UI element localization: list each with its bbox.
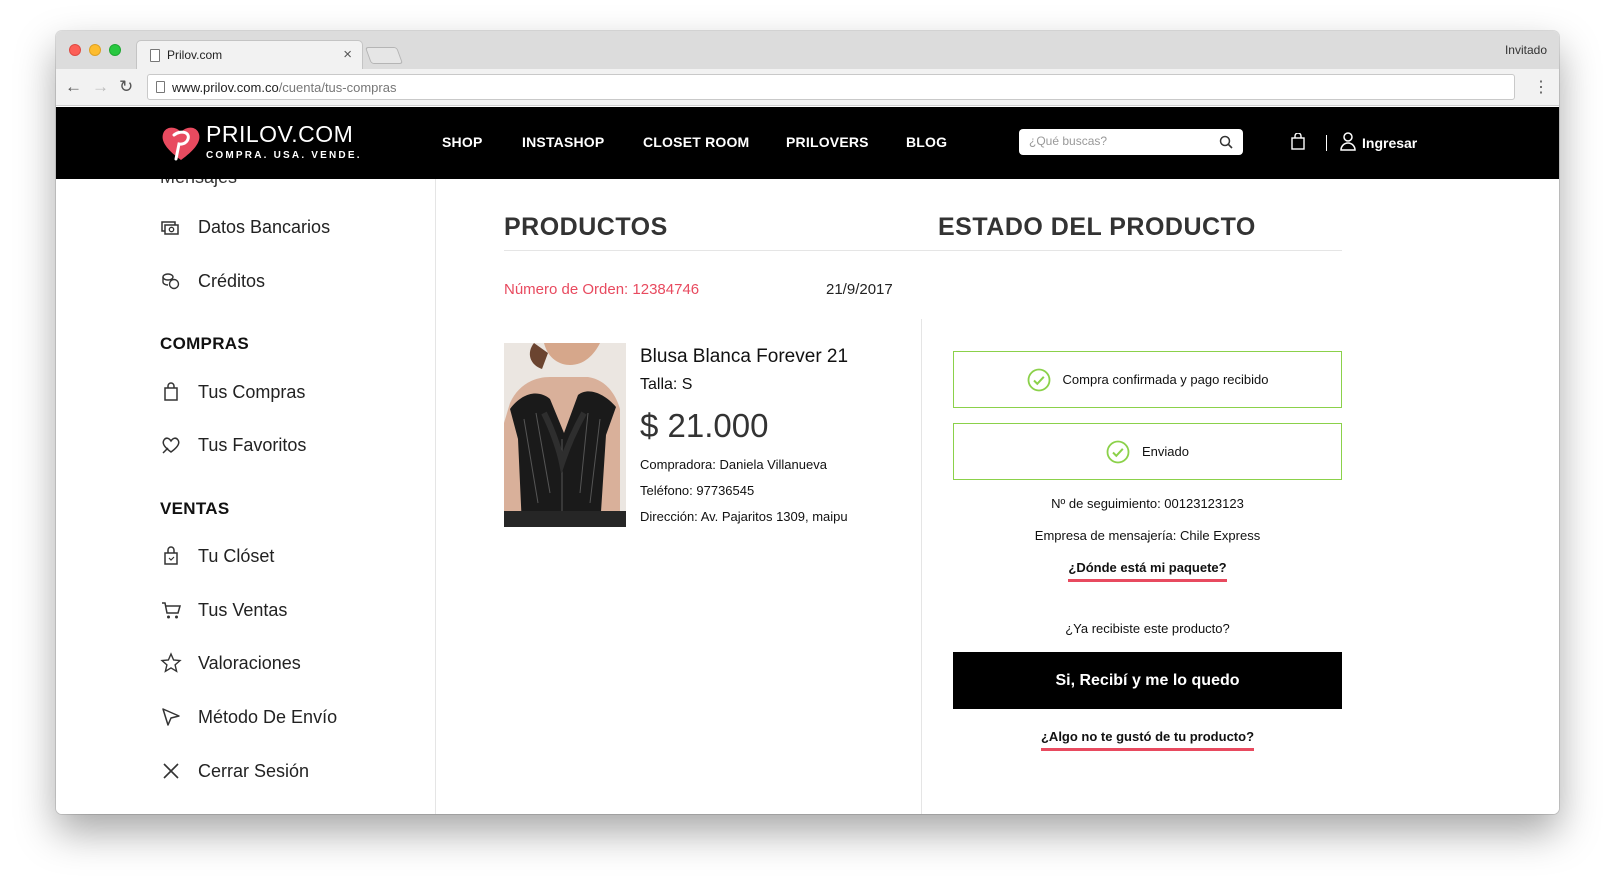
send-icon (162, 708, 180, 726)
new-tab-button[interactable] (364, 47, 404, 64)
bank-icon (161, 221, 179, 235)
sidebar-item-label: Créditos (198, 270, 266, 291)
url-host: www.prilov.com.co (172, 80, 279, 95)
check-circle-icon (1027, 368, 1050, 391)
buyer-address: Dirección: Av. Pajaritos 1309, maipu (640, 509, 848, 524)
tab-title: Prilov.com (167, 48, 223, 62)
received-question: ¿Ya recibiste este producto? (1065, 621, 1230, 636)
page-content: Mensajes Datos Bancarios Créditos COMPRA… (56, 179, 1559, 814)
forward-arrow-icon[interactable]: → (92, 77, 109, 97)
courier-company: Empresa de mensajería: Chile Express (1034, 528, 1261, 543)
product-issue-link[interactable]: ¿Algo no te gustó de tu producto? (1040, 729, 1255, 751)
tab-close-icon[interactable]: × (343, 46, 352, 63)
search-input[interactable] (1029, 134, 1209, 148)
column-divider (921, 319, 922, 814)
products-title: PRODUCTOS (504, 213, 668, 241)
status-shipped-text: Enviado (1142, 444, 1189, 459)
title-divider (504, 250, 1342, 251)
logo-heart-icon[interactable] (160, 123, 202, 163)
tracking-number: Nº de seguimiento: 00123123123 (1051, 496, 1244, 511)
close-icon (163, 763, 179, 779)
site-header: PRILOV.COM COMPRA. USA. VENDE. SHOP INST… (56, 107, 1559, 179)
cart-bag-icon[interactable] (1291, 133, 1305, 150)
browser-window: Prilov.com × Invitado ← → ↻ www.prilov.c… (56, 31, 1559, 814)
user-icon[interactable] (1340, 132, 1356, 151)
sidebar-item-tus-compras[interactable]: Tus Compras (160, 380, 305, 404)
sidebar-item-tu-closet[interactable]: Tu Clóset (160, 544, 274, 568)
star-icon (160, 652, 182, 673)
browser-tab[interactable]: Prilov.com × (136, 40, 363, 69)
section-heading-compras: COMPRAS (160, 334, 249, 353)
status-shipped-box: Enviado (953, 423, 1342, 480)
sidebar-item-cerrar-sesion[interactable]: Cerrar Sesión (160, 759, 309, 783)
sidebar-item-tus-favoritos[interactable]: Tus Favoritos (160, 433, 306, 457)
buyer-phone: Teléfono: 97736545 (640, 483, 755, 498)
guest-profile-label[interactable]: Invitado (1505, 43, 1547, 57)
nav-instashop[interactable]: INSTASHOP (522, 134, 604, 150)
sidebar-item-mensajes[interactable]: Mensajes (160, 179, 237, 188)
page-info-icon[interactable] (156, 81, 165, 93)
nav-closet-room[interactable]: CLOSET ROOM (643, 134, 749, 150)
status-confirmed-text: Compra confirmada y pago recibido (1062, 372, 1269, 387)
nav-prilovers[interactable]: PRILOVERS (786, 134, 869, 150)
url-path: /cuenta/tus-compras (278, 80, 397, 95)
blouse-photo (504, 343, 626, 527)
shopping-bag-icon (164, 382, 178, 401)
check-circle-icon (1106, 440, 1130, 463)
browser-toolbar: ← → ↻ www.prilov.com.co/cuenta/tus-compr… (56, 69, 1559, 106)
sidebar-item-label: Cerrar Sesión (198, 760, 310, 781)
sidebar-item-label: Tu Clóset (198, 545, 275, 566)
section-heading-ventas: VENTAS (160, 499, 230, 518)
page-icon (150, 49, 160, 62)
back-arrow-icon[interactable]: ← (65, 77, 82, 97)
sidebar-item-label: Método De Envío (198, 706, 338, 727)
order-number: Número de Orden: 12384746 (504, 281, 700, 298)
product-status-title: ESTADO DEL PRODUCTO (938, 213, 1256, 241)
status-confirmed-box: Compra confirmada y pago recibido (953, 351, 1342, 408)
url-text[interactable]: www.prilov.com.co/cuenta/tus-compras (172, 80, 396, 95)
logo-tagline: COMPRA. USA. VENDE. (206, 150, 362, 161)
maximize-window-button[interactable] (109, 44, 121, 56)
heart-icon (162, 437, 180, 454)
sidebar-item-metodo-de-envio[interactable]: Método De Envío (160, 705, 337, 729)
sidebar-item-valoraciones[interactable]: Valoraciones (160, 651, 301, 675)
sidebar-item-label: Tus Favoritos (198, 434, 307, 455)
logo-name[interactable]: PRILOV.COM (206, 121, 353, 148)
sidebar-item-label: Tus Ventas (198, 599, 288, 620)
coins-icon (162, 273, 180, 290)
confirm-received-button[interactable]: Si, Recibí y me lo quedo (953, 652, 1342, 709)
search-icon[interactable] (1219, 135, 1233, 149)
search-box (1019, 129, 1243, 155)
reload-icon[interactable]: ↻ (119, 77, 133, 97)
product-price: $ 21.000 (640, 407, 769, 444)
cart-icon (162, 602, 181, 619)
login-link[interactable]: Ingresar (1362, 135, 1417, 151)
tab-bar: Prilov.com × Invitado (56, 31, 1559, 69)
product-image[interactable] (504, 343, 626, 527)
sidebar-item-tus-ventas[interactable]: Tus Ventas (160, 598, 287, 622)
close-window-button[interactable] (69, 44, 81, 56)
product-size: Talla: S (640, 376, 693, 393)
sidebar-item-label: Valoraciones (198, 652, 301, 673)
product-name[interactable]: Blusa Blanca Forever 21 (640, 346, 848, 368)
browser-menu-icon[interactable]: ⋮ (1533, 77, 1549, 97)
order-date: 21/9/2017 (826, 281, 893, 298)
sidebar-item-label: Datos Bancarios (198, 216, 331, 237)
account-sidebar: Mensajes Datos Bancarios Créditos COMPRA… (56, 179, 436, 814)
sidebar-item-datos-bancarios[interactable]: Datos Bancarios (160, 215, 330, 239)
dislike-row: ¿Algo no te gustó de tu producto? (953, 729, 1342, 751)
nav-shop[interactable]: SHOP (442, 134, 482, 150)
where-is-my-package-link[interactable]: ¿Dónde está mi paquete? (1068, 560, 1227, 582)
buyer-name: Compradora: Daniela Villanueva (640, 457, 827, 472)
address-bar[interactable]: www.prilov.com.co/cuenta/tus-compras (147, 74, 1515, 100)
closet-bag-icon (164, 546, 178, 565)
sidebar-item-creditos[interactable]: Créditos (160, 269, 265, 293)
sidebar-item-label: Tus Compras (198, 381, 306, 402)
minimize-window-button[interactable] (89, 44, 101, 56)
where-package-row: ¿Dónde está mi paquete? (953, 560, 1342, 582)
header-separator (1326, 135, 1327, 151)
nav-blog[interactable]: BLOG (906, 134, 947, 150)
